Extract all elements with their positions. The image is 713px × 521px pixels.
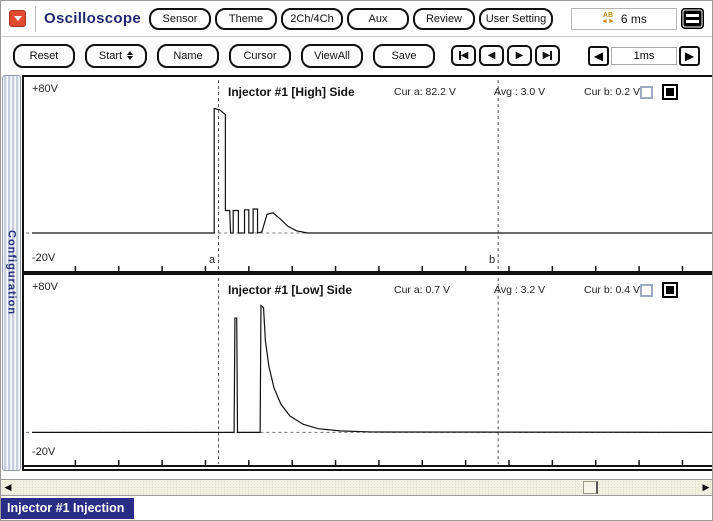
- name-button[interactable]: Name: [157, 43, 219, 68]
- channel-2-waveform-plot[interactable]: [24, 275, 712, 467]
- scrollbar-thumb[interactable]: [583, 481, 598, 494]
- measure-list-button[interactable]: [681, 8, 704, 29]
- timebase-control: ◀ 1ms ▶: [588, 45, 700, 66]
- review-button[interactable]: Review: [412, 7, 475, 30]
- configuration-tab[interactable]: Configuration: [2, 75, 21, 471]
- aux-button[interactable]: Aux: [346, 7, 409, 30]
- channel-1-checkbox-unchecked[interactable]: [640, 86, 653, 99]
- list-icon: [686, 20, 699, 23]
- titlebar-divider: [35, 5, 36, 32]
- skip-last-button[interactable]: ▶: [535, 45, 560, 66]
- theme-button[interactable]: Theme: [214, 7, 277, 30]
- skip-last-icon: [550, 51, 553, 60]
- y-min-label: -20V: [32, 252, 56, 264]
- checkbox-fill: [666, 286, 674, 294]
- channel-mode-button[interactable]: 2Ch/4Ch: [280, 7, 343, 30]
- scroll-left-button[interactable]: ◀: [1, 480, 15, 495]
- start-spinner-icon: [127, 51, 134, 60]
- ab-icon-arrows: ◄►: [601, 17, 615, 25]
- prev-triangle-icon: ◀: [487, 49, 496, 61]
- cursor-b-readout: Cur b: 0.4 V: [584, 284, 641, 296]
- channel-1-waveform-plot[interactable]: [24, 77, 712, 273]
- ab-time-value: 6 ms: [620, 11, 647, 26]
- channel-2-title: Injector #1 [Low] Side: [228, 283, 353, 297]
- cursor-a-readout: Cur a: 0.7 V: [394, 284, 451, 296]
- playback-controls: ◀ ◀ ▶ ▶: [451, 45, 560, 66]
- viewall-button[interactable]: ViewAll: [301, 43, 363, 68]
- timebase-decrease-button[interactable]: ◀: [588, 45, 609, 66]
- avg-readout: Avg : 3.2 V: [494, 284, 546, 296]
- skip-first-button[interactable]: ◀: [451, 45, 476, 66]
- channel-1-title: Injector #1 [High] Side: [228, 85, 355, 99]
- chart-panel: +80V -20V Injector #1 [High] Side Cur a:…: [22, 75, 712, 471]
- cursor-a-readout: Cur a: 82.2 V: [394, 86, 456, 98]
- main-area: Configuration +80V -20V Injector #1 [Hig…: [1, 75, 712, 471]
- cursor-a-label: a: [209, 254, 216, 266]
- avg-readout: Avg : 3.0 V: [494, 86, 546, 98]
- channel-1-chart: +80V -20V Injector #1 [High] Side Cur a:…: [24, 77, 712, 273]
- cursor-b-readout: Cur b: 0.2 V: [584, 86, 641, 98]
- timebase-value: 1ms: [611, 46, 677, 65]
- sensor-button[interactable]: Sensor: [148, 7, 211, 30]
- y-max-label: +80V: [32, 281, 58, 293]
- checkbox-fill: [666, 88, 674, 96]
- configuration-tab-label: Configuration: [5, 230, 18, 316]
- step-back-button[interactable]: ◀: [479, 45, 504, 66]
- scroll-right-button[interactable]: ▶: [699, 480, 712, 495]
- channel-2-chart: +80V -20V Injector #1 [Low] Side Cur a: …: [24, 273, 712, 467]
- save-button[interactable]: Save: [373, 43, 435, 68]
- reset-button[interactable]: Reset: [13, 43, 75, 68]
- app-menu-button[interactable]: [9, 10, 26, 27]
- start-button[interactable]: Start: [85, 43, 147, 68]
- app-title: Oscilloscope: [44, 10, 141, 27]
- y-min-label: -20V: [32, 446, 56, 458]
- step-forward-button[interactable]: ▶: [507, 45, 532, 66]
- title-bar: Oscilloscope Sensor Theme 2Ch/4Ch Aux Re…: [1, 1, 712, 37]
- prev-triangle-icon: ◀: [460, 49, 469, 61]
- ab-time-readout: AB ◄► 6 ms: [570, 7, 677, 30]
- channel-2-checkbox-unchecked[interactable]: [640, 284, 653, 297]
- timebase-increase-button[interactable]: ▶: [679, 45, 700, 66]
- list-icon: [686, 14, 699, 17]
- channel-2-checkbox-checked[interactable]: [662, 282, 678, 298]
- cursor-button[interactable]: Cursor: [229, 43, 291, 68]
- next-triangle-icon: ▶: [515, 49, 524, 61]
- channel-1-checkbox-checked[interactable]: [662, 84, 678, 100]
- oscilloscope-window: Oscilloscope Sensor Theme 2Ch/4Ch Aux Re…: [0, 0, 713, 521]
- status-label: Injector #1 Injection: [1, 498, 135, 519]
- next-triangle-icon: ▶: [542, 49, 551, 61]
- control-toolbar: Reset Start Name Cursor ViewAll Save ◀ ◀…: [1, 37, 712, 74]
- ab-cursor-icon: AB ◄►: [601, 12, 615, 25]
- start-button-label: Start: [98, 49, 123, 62]
- horizontal-scrollbar[interactable]: ◀ ▶: [1, 479, 712, 496]
- cursor-b-label: b: [489, 254, 496, 266]
- dropdown-arrow-icon: [13, 16, 22, 21]
- y-max-label: +80V: [32, 83, 58, 95]
- user-setting-button[interactable]: User Setting: [478, 7, 553, 30]
